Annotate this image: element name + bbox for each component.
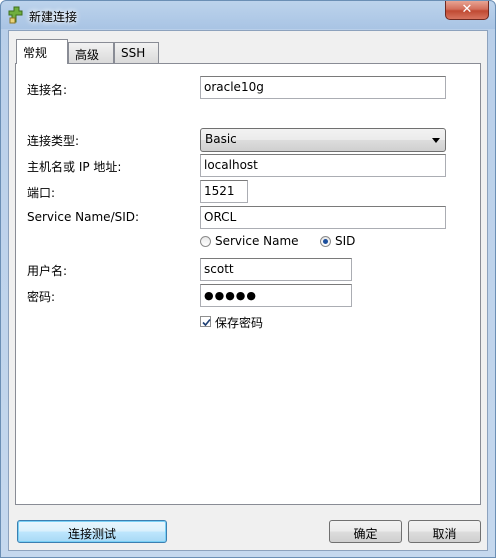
connection-type-label: 连接类型: bbox=[27, 134, 80, 148]
tab-ssh-label: SSH bbox=[121, 46, 146, 60]
window-title: 新建连接 bbox=[29, 10, 78, 24]
connection-name-label: 连接名: bbox=[27, 83, 68, 97]
tab-advanced[interactable]: 高级 bbox=[68, 42, 114, 63]
host-label: 主机名或 IP 地址: bbox=[27, 160, 122, 174]
save-password-checkbox[interactable] bbox=[200, 316, 211, 327]
password-label: 密码: bbox=[27, 290, 56, 304]
host-input[interactable]: localhost bbox=[200, 154, 446, 177]
ok-button[interactable]: 确定 bbox=[329, 520, 402, 543]
radio-service-name-label: Service Name bbox=[215, 234, 299, 248]
connection-type-select[interactable]: Basic bbox=[200, 128, 446, 152]
title-bar: 新建连接 ✕ bbox=[1, 1, 495, 29]
general-panel: 连接名: oracle10g 连接类型: Basic 主机名或 IP 地址: l… bbox=[15, 63, 481, 505]
username-input[interactable]: scott bbox=[200, 258, 352, 281]
radio-sid[interactable] bbox=[320, 236, 331, 247]
chevron-down-icon bbox=[432, 138, 440, 143]
service-name-label: Service Name/SID: bbox=[27, 210, 140, 224]
radio-service-name[interactable] bbox=[200, 236, 211, 247]
password-input[interactable]: ●●●●● bbox=[200, 284, 352, 307]
tab-advanced-label: 高级 bbox=[75, 48, 100, 62]
tab-general[interactable]: 常规 bbox=[16, 39, 68, 64]
check-icon bbox=[202, 318, 211, 327]
service-name-input[interactable]: ORCL bbox=[200, 206, 446, 229]
dialog-body: 常规 高级 SSH 连接名: oracle10g 连接类型: Basic 主机名… bbox=[8, 30, 488, 551]
test-connection-button[interactable]: 连接测试 bbox=[17, 520, 167, 543]
port-label: 端口: bbox=[27, 186, 56, 200]
save-password-label: 保存密码 bbox=[215, 316, 264, 330]
close-button[interactable]: ✕ bbox=[445, 1, 489, 20]
cancel-button[interactable]: 取消 bbox=[408, 520, 481, 543]
close-icon: ✕ bbox=[461, 2, 473, 17]
radio-sid-label: SID bbox=[335, 234, 356, 248]
port-input[interactable]: 1521 bbox=[200, 180, 248, 203]
tab-general-label: 常规 bbox=[23, 46, 48, 60]
connection-type-value: Basic bbox=[205, 132, 237, 146]
new-connection-dialog: 新建连接 ✕ 常规 高级 SSH 连接名: oracle10g 连接类型: Ba… bbox=[0, 0, 496, 558]
tab-ssh[interactable]: SSH bbox=[114, 42, 159, 63]
new-connection-icon bbox=[7, 6, 24, 24]
connection-name-input[interactable]: oracle10g bbox=[200, 76, 446, 99]
username-label: 用户名: bbox=[27, 264, 68, 278]
